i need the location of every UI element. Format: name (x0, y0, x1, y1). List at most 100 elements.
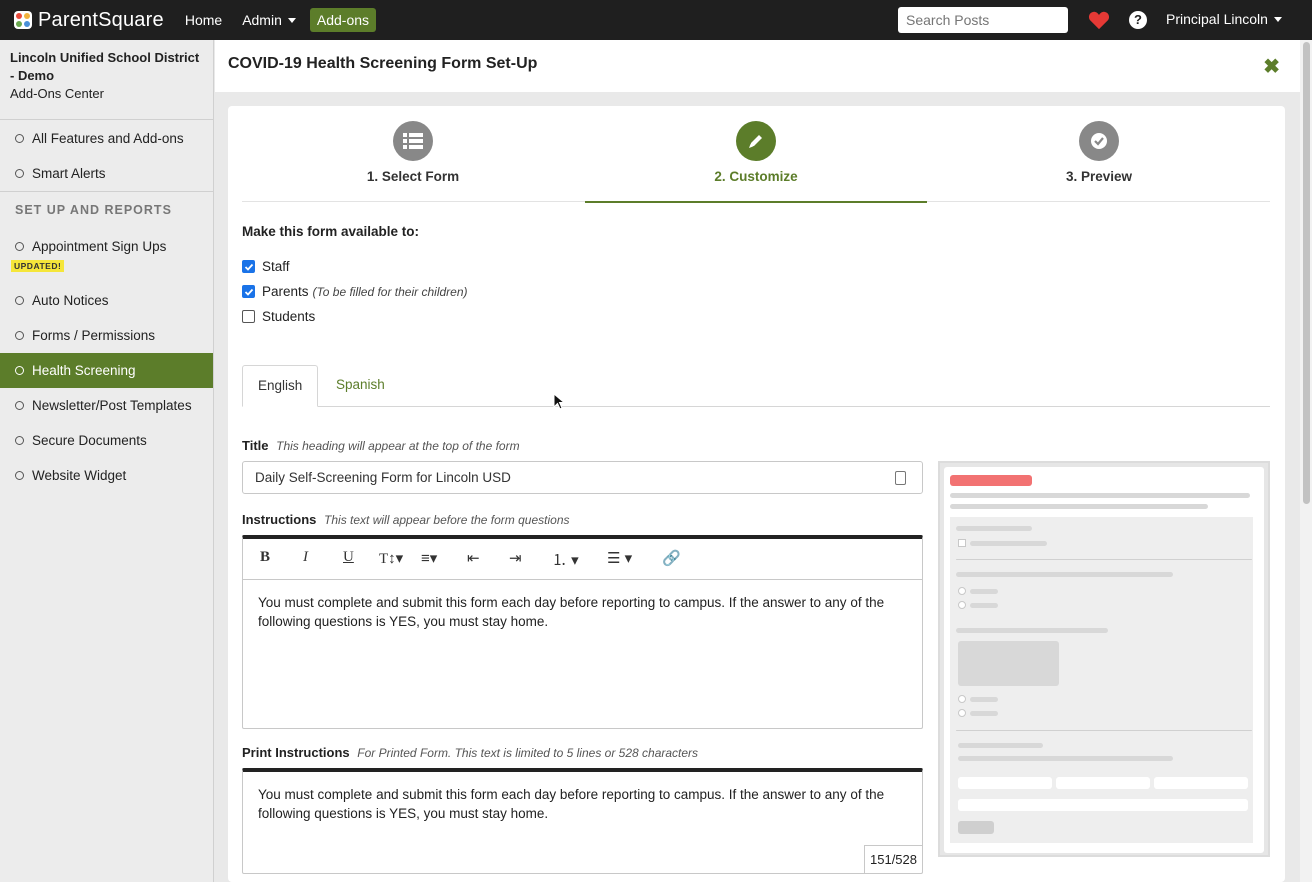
step-customize[interactable]: 2. Customize (585, 106, 927, 203)
pencil-icon (736, 121, 776, 161)
option-hint: (To be filled for their children) (312, 284, 468, 299)
italic-icon[interactable]: I (303, 549, 308, 566)
option-parents[interactable]: Parents (To be filled for their children… (242, 284, 468, 299)
label-hint: For Printed Form. This text is limited t… (357, 746, 699, 760)
sidebar-item-label: Health Screening (32, 363, 136, 378)
search-input[interactable] (898, 7, 1068, 33)
sidebar-item-smart-alerts[interactable]: Smart Alerts (0, 156, 213, 191)
circle-icon (15, 401, 24, 410)
instructions-text[interactable]: You must complete and submit this form e… (243, 580, 922, 644)
nav-admin-label: Admin (242, 12, 282, 28)
page-scrollbar[interactable] (1300, 40, 1312, 882)
nav-home[interactable]: Home (185, 12, 222, 28)
label-hint: This text will appear before the form qu… (324, 513, 570, 527)
preview-line (970, 603, 998, 608)
chevron-down-icon (1273, 17, 1282, 22)
step-label: 3. Preview (1065, 169, 1133, 184)
bullet-list-icon[interactable]: ☰ ▾ (607, 549, 632, 567)
link-icon[interactable]: 🔗 (662, 549, 681, 567)
bold-icon[interactable]: B (260, 549, 270, 566)
form-preview-thumbnail (938, 461, 1270, 857)
heart-icon[interactable] (1088, 10, 1110, 30)
option-staff[interactable]: Staff (242, 259, 290, 274)
nav-admin[interactable]: Admin (242, 12, 296, 28)
checkbox-checked[interactable] (242, 285, 255, 298)
preview-input (1056, 777, 1150, 789)
sidebar-item-label: Forms / Permissions (32, 328, 156, 343)
option-label: Parents (262, 284, 309, 299)
outdent-icon[interactable]: ⇤ (467, 549, 480, 567)
parentsquare-logo[interactable]: ParentSquare (14, 9, 164, 32)
sidebar-item-all-features[interactable]: All Features and Add-ons (0, 121, 213, 156)
preview-line (958, 743, 1043, 748)
preview-input (958, 777, 1052, 789)
circle-icon (15, 242, 24, 251)
underline-icon[interactable]: U (343, 549, 354, 566)
checkbox-unchecked[interactable] (242, 310, 255, 323)
label-text: Instructions (242, 512, 317, 527)
preview-line (970, 697, 998, 702)
circle-icon (15, 366, 24, 375)
preview-line (970, 589, 998, 594)
page-header: COVID-19 Health Screening Form Set-Up ✖ (215, 40, 1300, 92)
step-select-form[interactable]: 1. Select Form (242, 106, 584, 202)
step-label: 1. Select Form (366, 169, 460, 184)
wizard-steps: 1. Select Form 2. Customize 3. Preview (242, 106, 1270, 203)
preview-line (950, 493, 1250, 498)
scrollbar-thumb[interactable] (1303, 42, 1310, 504)
circle-icon (15, 471, 24, 480)
preview-line (956, 572, 1173, 577)
indent-icon[interactable]: ⇥ (509, 549, 522, 567)
close-icon[interactable]: ✖ (1263, 54, 1280, 79)
preview-line (970, 541, 1047, 546)
sidebar-section-title: SET UP AND REPORTS (15, 203, 172, 217)
sidebar-item-appointment-sign-ups[interactable]: Appointment Sign Ups (0, 229, 213, 264)
print-instructions-editor[interactable]: You must complete and submit this form e… (242, 768, 923, 874)
tab-spanish[interactable]: Spanish (321, 365, 400, 407)
preview-line (956, 628, 1108, 633)
help-icon[interactable]: ? (1129, 11, 1147, 29)
tab-english[interactable]: English (242, 365, 319, 407)
ordered-list-icon[interactable]: ⒈ ▾ (552, 549, 579, 570)
org-header: Lincoln Unified School District - Demo A… (0, 40, 213, 120)
step-preview[interactable]: 3. Preview (928, 106, 1270, 202)
instructions-field-label: Instructions This text will appear befor… (242, 512, 570, 527)
option-label: Students (262, 309, 316, 324)
label-text: Print Instructions (242, 745, 350, 760)
sidebar-item-label: Secure Documents (32, 433, 147, 448)
preview-radio (958, 695, 966, 703)
sidebar-item-auto-notices[interactable]: Auto Notices (0, 283, 213, 318)
title-input-value: Daily Self-Screening Form for Lincoln US… (255, 470, 511, 485)
circle-icon (15, 169, 24, 178)
step-label: 2. Customize (714, 169, 798, 184)
print-instructions-field-label: Print Instructions For Printed Form. Thi… (242, 745, 698, 760)
instructions-editor[interactable]: B I U T↕▾ ≡▾ ⇤ ⇥ ⒈ ▾ ☰ ▾ 🔗 You must comp… (242, 535, 923, 729)
sidebar-item-health-screening[interactable]: Health Screening (0, 353, 213, 388)
preview-line (970, 711, 998, 716)
circle-icon (15, 331, 24, 340)
checkbox-checked[interactable] (242, 260, 255, 273)
sidebar-item-newsletter-templates[interactable]: Newsletter/Post Templates (0, 388, 213, 423)
option-students[interactable]: Students (242, 309, 315, 324)
preview-textarea (958, 641, 1059, 686)
text-size-icon[interactable]: T↕▾ (379, 549, 403, 568)
preview-radio (958, 601, 966, 609)
align-icon[interactable]: ≡▾ (421, 549, 437, 567)
contact-card-icon[interactable] (895, 471, 906, 485)
preview-line (956, 526, 1032, 531)
sidebar-item-secure-documents[interactable]: Secure Documents (0, 423, 213, 458)
label-text: Title (242, 438, 269, 453)
preview-button (958, 821, 994, 834)
nav-addons[interactable]: Add-ons (309, 8, 377, 32)
sidebar-divider (0, 191, 213, 192)
user-menu[interactable]: Principal Lincoln (1166, 11, 1282, 27)
user-name: Principal Lincoln (1166, 11, 1268, 27)
title-input[interactable]: Daily Self-Screening Form for Lincoln US… (242, 461, 923, 494)
preview-title-bar (950, 475, 1032, 486)
preview-line (958, 756, 1173, 761)
chevron-down-icon (287, 18, 296, 23)
sidebar-item-forms-permissions[interactable]: Forms / Permissions (0, 318, 213, 353)
print-instructions-text[interactable]: You must complete and submit this form e… (243, 772, 922, 836)
preview-line (950, 504, 1208, 509)
sidebar-item-website-widget[interactable]: Website Widget (0, 458, 213, 493)
